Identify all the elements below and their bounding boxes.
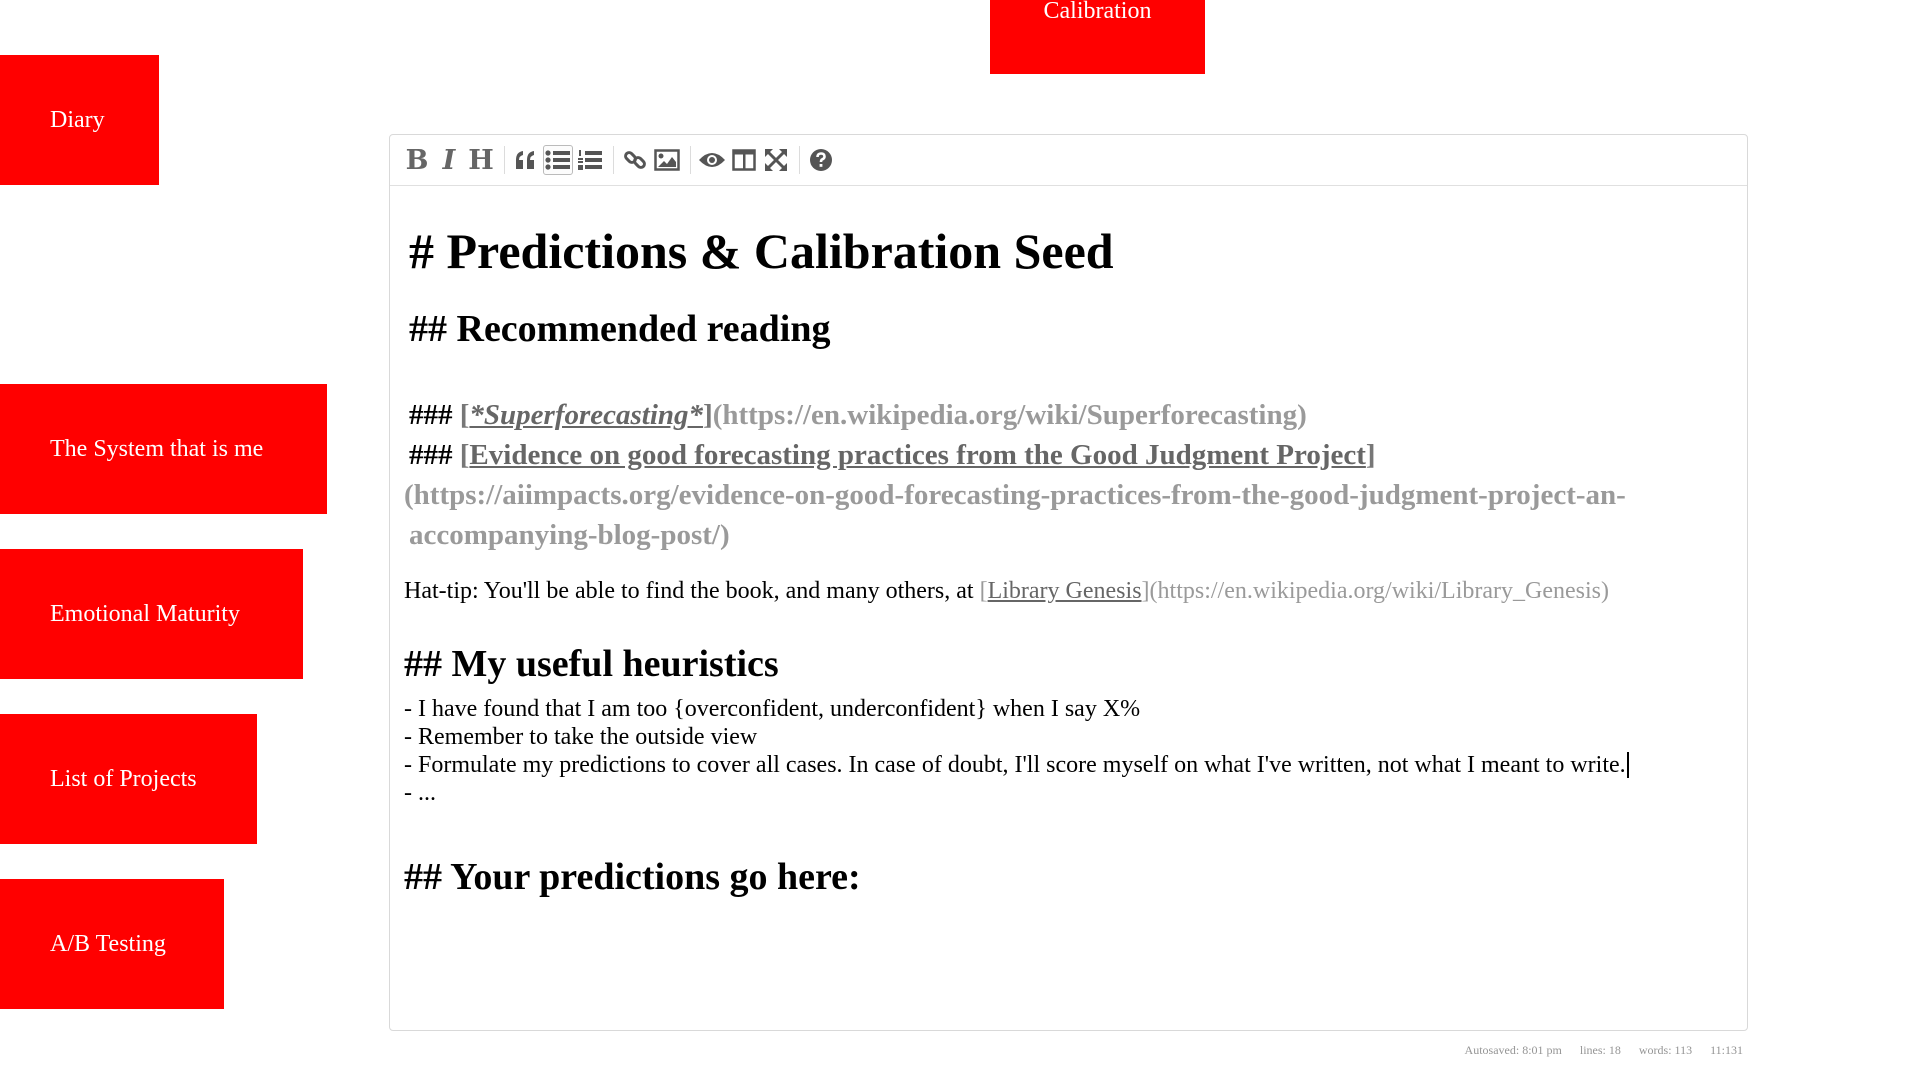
superforecasting-link[interactable]: *Superforecasting* bbox=[469, 399, 703, 431]
help-button[interactable] bbox=[806, 145, 836, 175]
cursor-position: 11:131 bbox=[1710, 1043, 1743, 1057]
heading-heuristics: ## My useful heuristics bbox=[404, 642, 779, 685]
editor-toolbar: B I H bbox=[390, 135, 1747, 186]
tab-calibration-label: Calibration bbox=[1043, 0, 1152, 24]
link-bracket: ] bbox=[703, 398, 713, 431]
list-item: - Formulate my predictions to cover all … bbox=[404, 751, 1729, 779]
hat-tip-line: Hat-tip: You'll be able to find the book… bbox=[404, 577, 1729, 606]
nav-item-list-of-projects[interactable]: List of Projects bbox=[0, 714, 257, 844]
side-by-side-icon bbox=[732, 149, 756, 171]
markdown-editor: B I H # Predictions & Calibration Seed #… bbox=[389, 134, 1748, 1031]
heading-marker: ### bbox=[409, 438, 460, 471]
image-button[interactable] bbox=[652, 145, 682, 175]
fullscreen-icon bbox=[765, 149, 787, 171]
fullscreen-button[interactable] bbox=[761, 145, 791, 175]
reading-list: ### [*Superforecasting*](https://en.wiki… bbox=[404, 395, 1709, 555]
nav-item-label: Emotional Maturity bbox=[50, 601, 240, 627]
heading-predictions: ## Your predictions go here: bbox=[404, 856, 861, 899]
list-item: - Remember to take the outside view bbox=[404, 724, 758, 751]
link-bracket: [ bbox=[459, 398, 470, 431]
quote-icon bbox=[516, 151, 534, 169]
heading-recommended-reading: ## Recommended reading bbox=[409, 308, 831, 350]
link-url: (https://en.wikipedia.org/wiki/Library_G… bbox=[1149, 577, 1609, 604]
link-bracket: [ bbox=[979, 577, 988, 604]
library-genesis-link[interactable]: Library Genesis bbox=[988, 578, 1142, 604]
nav-item-label: The System that is me bbox=[50, 436, 264, 462]
quote-button[interactable] bbox=[511, 145, 541, 175]
list-item: - I have found that I am too {overconfid… bbox=[404, 696, 1141, 723]
line-count: lines: 18 bbox=[1579, 1043, 1621, 1057]
doc-title: # Predictions & Calibration Seed bbox=[409, 223, 1114, 279]
preview-button[interactable] bbox=[697, 145, 727, 175]
toolbar-separator bbox=[799, 146, 800, 174]
italic-button[interactable]: I bbox=[434, 145, 464, 175]
toolbar-separator bbox=[690, 146, 691, 174]
text-cursor bbox=[1626, 752, 1629, 779]
bold-icon: B bbox=[405, 144, 429, 176]
nav-item-emotional-maturity[interactable]: Emotional Maturity bbox=[0, 549, 303, 679]
heuristics-list: - I have found that I am too {overconfid… bbox=[404, 695, 1729, 807]
link-bracket: [ bbox=[459, 438, 470, 471]
link-icon bbox=[624, 151, 646, 169]
italic-icon: I bbox=[442, 144, 456, 176]
word-count: words: 113 bbox=[1638, 1043, 1693, 1057]
good-judgment-link[interactable]: Evidence on good forecasting practices f… bbox=[469, 439, 1365, 471]
link-bracket: ] bbox=[1365, 438, 1376, 471]
link-url: (https://en.wikipedia.org/wiki/Superfore… bbox=[712, 398, 1307, 431]
unordered-list-button[interactable] bbox=[543, 145, 573, 175]
ordered-list-button[interactable] bbox=[575, 145, 605, 175]
image-icon bbox=[654, 149, 680, 171]
link-button[interactable] bbox=[620, 145, 650, 175]
nav-item-label: List of Projects bbox=[50, 766, 197, 792]
nav-item-ab-testing[interactable]: A/B Testing bbox=[0, 879, 224, 1009]
nav-item-label: A/B Testing bbox=[50, 931, 166, 957]
tab-calibration[interactable]: Calibration bbox=[990, 0, 1205, 74]
toolbar-separator bbox=[613, 146, 614, 174]
bold-button[interactable]: B bbox=[402, 145, 432, 175]
nav-item-diary[interactable]: Diary bbox=[0, 55, 159, 185]
reading-item: ### [*Superforecasting*](https://en.wiki… bbox=[409, 395, 1709, 435]
side-by-side-button[interactable] bbox=[729, 145, 759, 175]
editor-content[interactable]: # Predictions & Calibration Seed ## Reco… bbox=[390, 186, 1747, 899]
reading-item: ### [Evidence on good forecasting practi… bbox=[404, 435, 1709, 555]
list-item: - ... bbox=[404, 780, 436, 807]
heading-marker: ### bbox=[409, 398, 460, 431]
link-url: (https://aiimpacts.org/evidence-on-good-… bbox=[404, 478, 1626, 551]
hat-tip-text: Hat-tip: You'll be able to find the book… bbox=[404, 577, 980, 604]
ordered-list-icon bbox=[578, 150, 602, 170]
list-item-text: - Formulate my predictions to cover all … bbox=[404, 752, 1626, 779]
nav-item-label: Diary bbox=[50, 107, 105, 133]
autosave-status: Autosaved: 8:01 pm bbox=[1464, 1043, 1562, 1057]
heading-icon: H bbox=[468, 144, 494, 176]
nav-item-system[interactable]: The System that is me bbox=[0, 384, 327, 514]
link-bracket: ] bbox=[1141, 577, 1150, 604]
help-icon bbox=[810, 149, 832, 171]
toolbar-separator bbox=[504, 146, 505, 174]
heading-button[interactable]: H bbox=[466, 145, 496, 175]
unordered-list-icon bbox=[545, 150, 570, 170]
editor-statusbar: Autosaved: 8:01 pm lines: 18 words: 113 … bbox=[1465, 1043, 1743, 1058]
preview-icon bbox=[699, 153, 725, 167]
